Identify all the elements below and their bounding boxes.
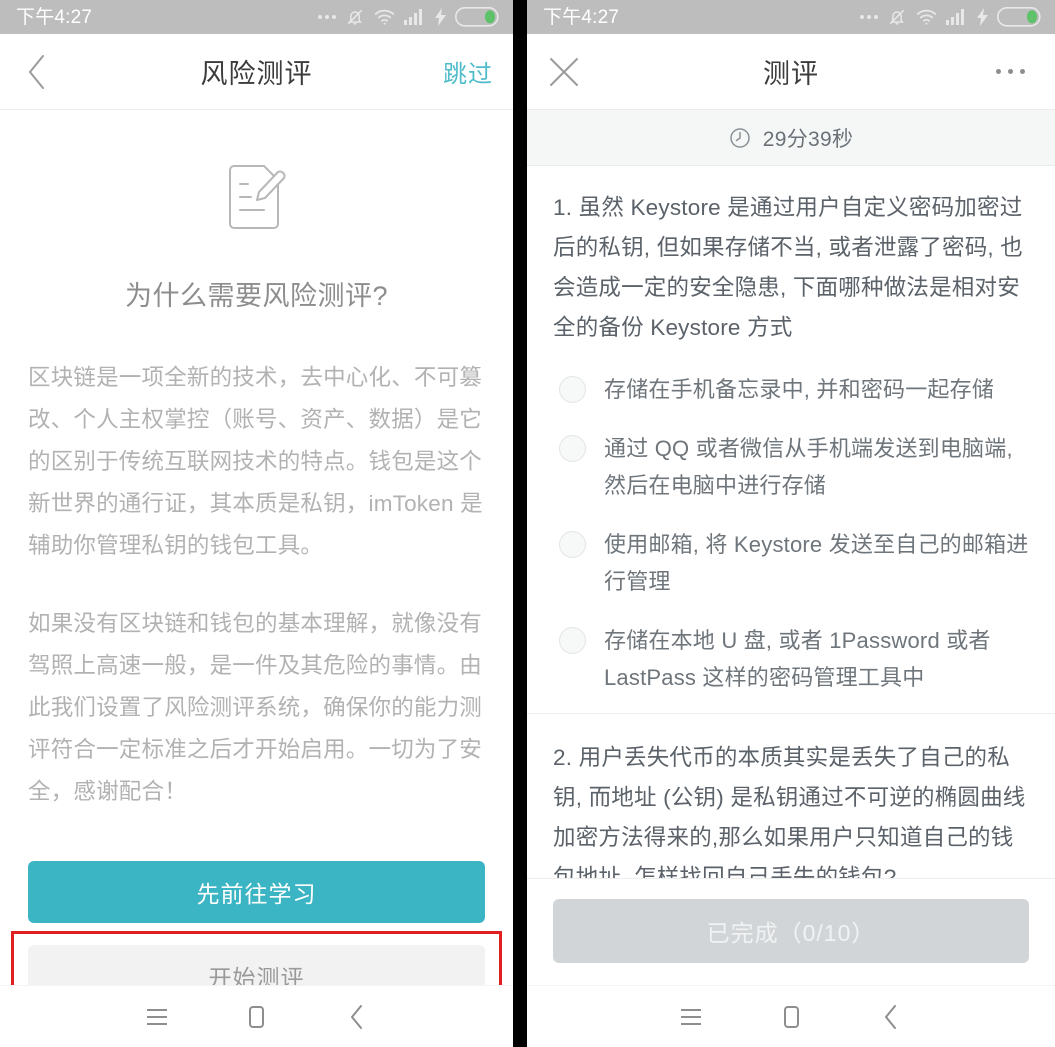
android-back-button[interactable] xyxy=(841,986,941,1047)
countdown-timer-bar: 29分39秒 xyxy=(527,110,1055,166)
option-list: 存储在手机备忘录中, 并和密码一起存储 通过 QQ 或者微信从手机端发送到电脑端… xyxy=(553,360,1029,707)
quiz-scroll-area[interactable]: 1. 虽然 Keystore 是通过用户自定义密码加密过后的私钥, 但如果存储不… xyxy=(527,166,1055,878)
option-item[interactable]: 存储在本地 U 盘, 或者 1Password 或者 LastPass 这样的密… xyxy=(553,611,1029,707)
right-nav-bar: 测评 xyxy=(527,34,1055,110)
option-label: 使用邮箱, 将 Keystore 发送至自己的邮箱进行管理 xyxy=(604,532,1029,594)
dots-icon xyxy=(860,15,878,19)
action-buttons: 先前往学习 开始测评 xyxy=(11,861,502,985)
left-content-area: 为什么需要风险测评? 区块链是一项全新的技术，去中心化、不可篡改、个人主权掌控（… xyxy=(0,110,513,985)
hamburger-menu-icon xyxy=(681,1008,701,1025)
status-bar-left: 下午4:27 xyxy=(0,0,513,34)
android-home-button[interactable] xyxy=(207,986,307,1047)
bell-muted-icon xyxy=(347,9,363,25)
status-bar-icons xyxy=(318,7,499,27)
option-item[interactable]: 通过 QQ 或者微信从手机端发送到电脑端, 然后在电脑中进行存储 xyxy=(553,419,1029,515)
home-square-icon xyxy=(783,1005,799,1028)
intro-paragraph-2: 如果没有区块链和钱包的基本理解，就像没有驾照上高速一般，是一件及其危险的事情。由… xyxy=(28,611,483,804)
bell-muted-icon xyxy=(889,9,905,25)
option-item[interactable]: 存储在手机备忘录中, 并和密码一起存储 xyxy=(553,360,1029,419)
clock-icon xyxy=(729,127,750,148)
question-block: 2. 用户丢失代币的本质其实是丢失了自己的私钥, 而地址 (公钥) 是私钥通过不… xyxy=(527,713,1055,878)
home-square-icon xyxy=(249,1005,264,1028)
radio-icon xyxy=(559,531,586,558)
status-bar-icons xyxy=(860,7,1041,27)
signal-icon xyxy=(404,9,422,25)
skip-button[interactable]: 跳过 xyxy=(423,34,513,109)
android-menu-button[interactable] xyxy=(641,986,741,1047)
charging-bolt-icon xyxy=(435,8,446,26)
chevron-left-icon xyxy=(29,54,44,89)
right-phone-panel: 下午4:27 测评 29分39秒 1. 虽然 Keystore 是通过用户自定义… xyxy=(527,0,1055,1047)
left-nav-bar: 风险测评 跳过 xyxy=(0,34,513,110)
left-phone-panel: 下午4:27 风险测评 跳过 为什么需要风险测评? 区块链是一项全新的技术，去中… xyxy=(0,0,513,1047)
submit-button[interactable]: 已完成（0/10） xyxy=(553,899,1029,963)
radio-icon xyxy=(559,435,586,462)
timer-text: 29分39秒 xyxy=(762,127,854,151)
battery-icon xyxy=(455,7,499,27)
radio-icon xyxy=(559,376,586,403)
close-button[interactable] xyxy=(527,34,601,109)
dots-icon xyxy=(318,15,336,19)
battery-icon xyxy=(997,7,1041,27)
intro-paragraph-1: 区块链是一项全新的技术，去中心化、不可篡改、个人主权掌控（账号、资产、数据）是它… xyxy=(28,365,483,558)
red-highlight-annotation: 开始测评 xyxy=(11,931,502,985)
android-nav-bar-right xyxy=(527,985,1055,1047)
option-label: 通过 QQ 或者微信从手机端发送到电脑端, 然后在电脑中进行存储 xyxy=(604,436,1013,498)
android-back-button[interactable] xyxy=(307,986,407,1047)
dual-phone-screenshot: 下午4:27 风险测评 跳过 为什么需要风险测评? 区块链是一项全新的技术，去中… xyxy=(0,0,1055,1047)
status-bar-time: 下午4:27 xyxy=(16,6,93,28)
charging-bolt-icon xyxy=(977,8,988,26)
start-assessment-button[interactable]: 开始测评 xyxy=(28,945,485,985)
skip-label: 跳过 xyxy=(443,61,493,88)
wifi-icon xyxy=(374,9,395,25)
radio-icon xyxy=(559,627,586,654)
close-icon xyxy=(550,57,578,86)
option-item[interactable]: 使用邮箱, 将 Keystore 发送至自己的邮箱进行管理 xyxy=(553,515,1029,611)
hamburger-menu-icon xyxy=(146,1008,167,1025)
android-nav-bar-left xyxy=(0,985,513,1047)
android-menu-button[interactable] xyxy=(107,986,207,1047)
question-block: 1. 虽然 Keystore 是通过用户自定义密码加密过后的私钥, 但如果存储不… xyxy=(527,166,1055,713)
question-text: 2. 用户丢失代币的本质其实是丢失了自己的私钥, 而地址 (公钥) 是私钥通过不… xyxy=(553,745,1026,878)
status-bar-time: 下午4:27 xyxy=(543,6,620,28)
option-label: 存储在手机备忘录中, 并和密码一起存储 xyxy=(604,377,995,402)
question-text: 1. 虽然 Keystore 是通过用户自定义密码加密过后的私钥, 但如果存储不… xyxy=(553,195,1024,340)
android-home-button[interactable] xyxy=(741,986,841,1047)
back-button[interactable] xyxy=(0,34,74,109)
hero-icon-container xyxy=(28,162,485,232)
status-bar-right: 下午4:27 xyxy=(527,0,1055,34)
go-learn-button[interactable]: 先前往学习 xyxy=(28,861,485,923)
ellipsis-icon xyxy=(995,69,1025,74)
chevron-left-icon xyxy=(350,1004,362,1029)
note-pencil-icon xyxy=(228,165,285,229)
wifi-icon xyxy=(916,9,937,25)
chevron-left-icon xyxy=(885,1004,896,1029)
option-label: 存储在本地 U 盘, 或者 1Password 或者 LastPass 这样的密… xyxy=(604,628,991,690)
more-options-button[interactable] xyxy=(965,34,1055,109)
panel-divider xyxy=(513,0,527,1047)
signal-icon xyxy=(946,9,964,25)
hero-title: 为什么需要风险测评? xyxy=(124,281,389,311)
quiz-footer: 已完成（0/10） xyxy=(527,878,1055,985)
